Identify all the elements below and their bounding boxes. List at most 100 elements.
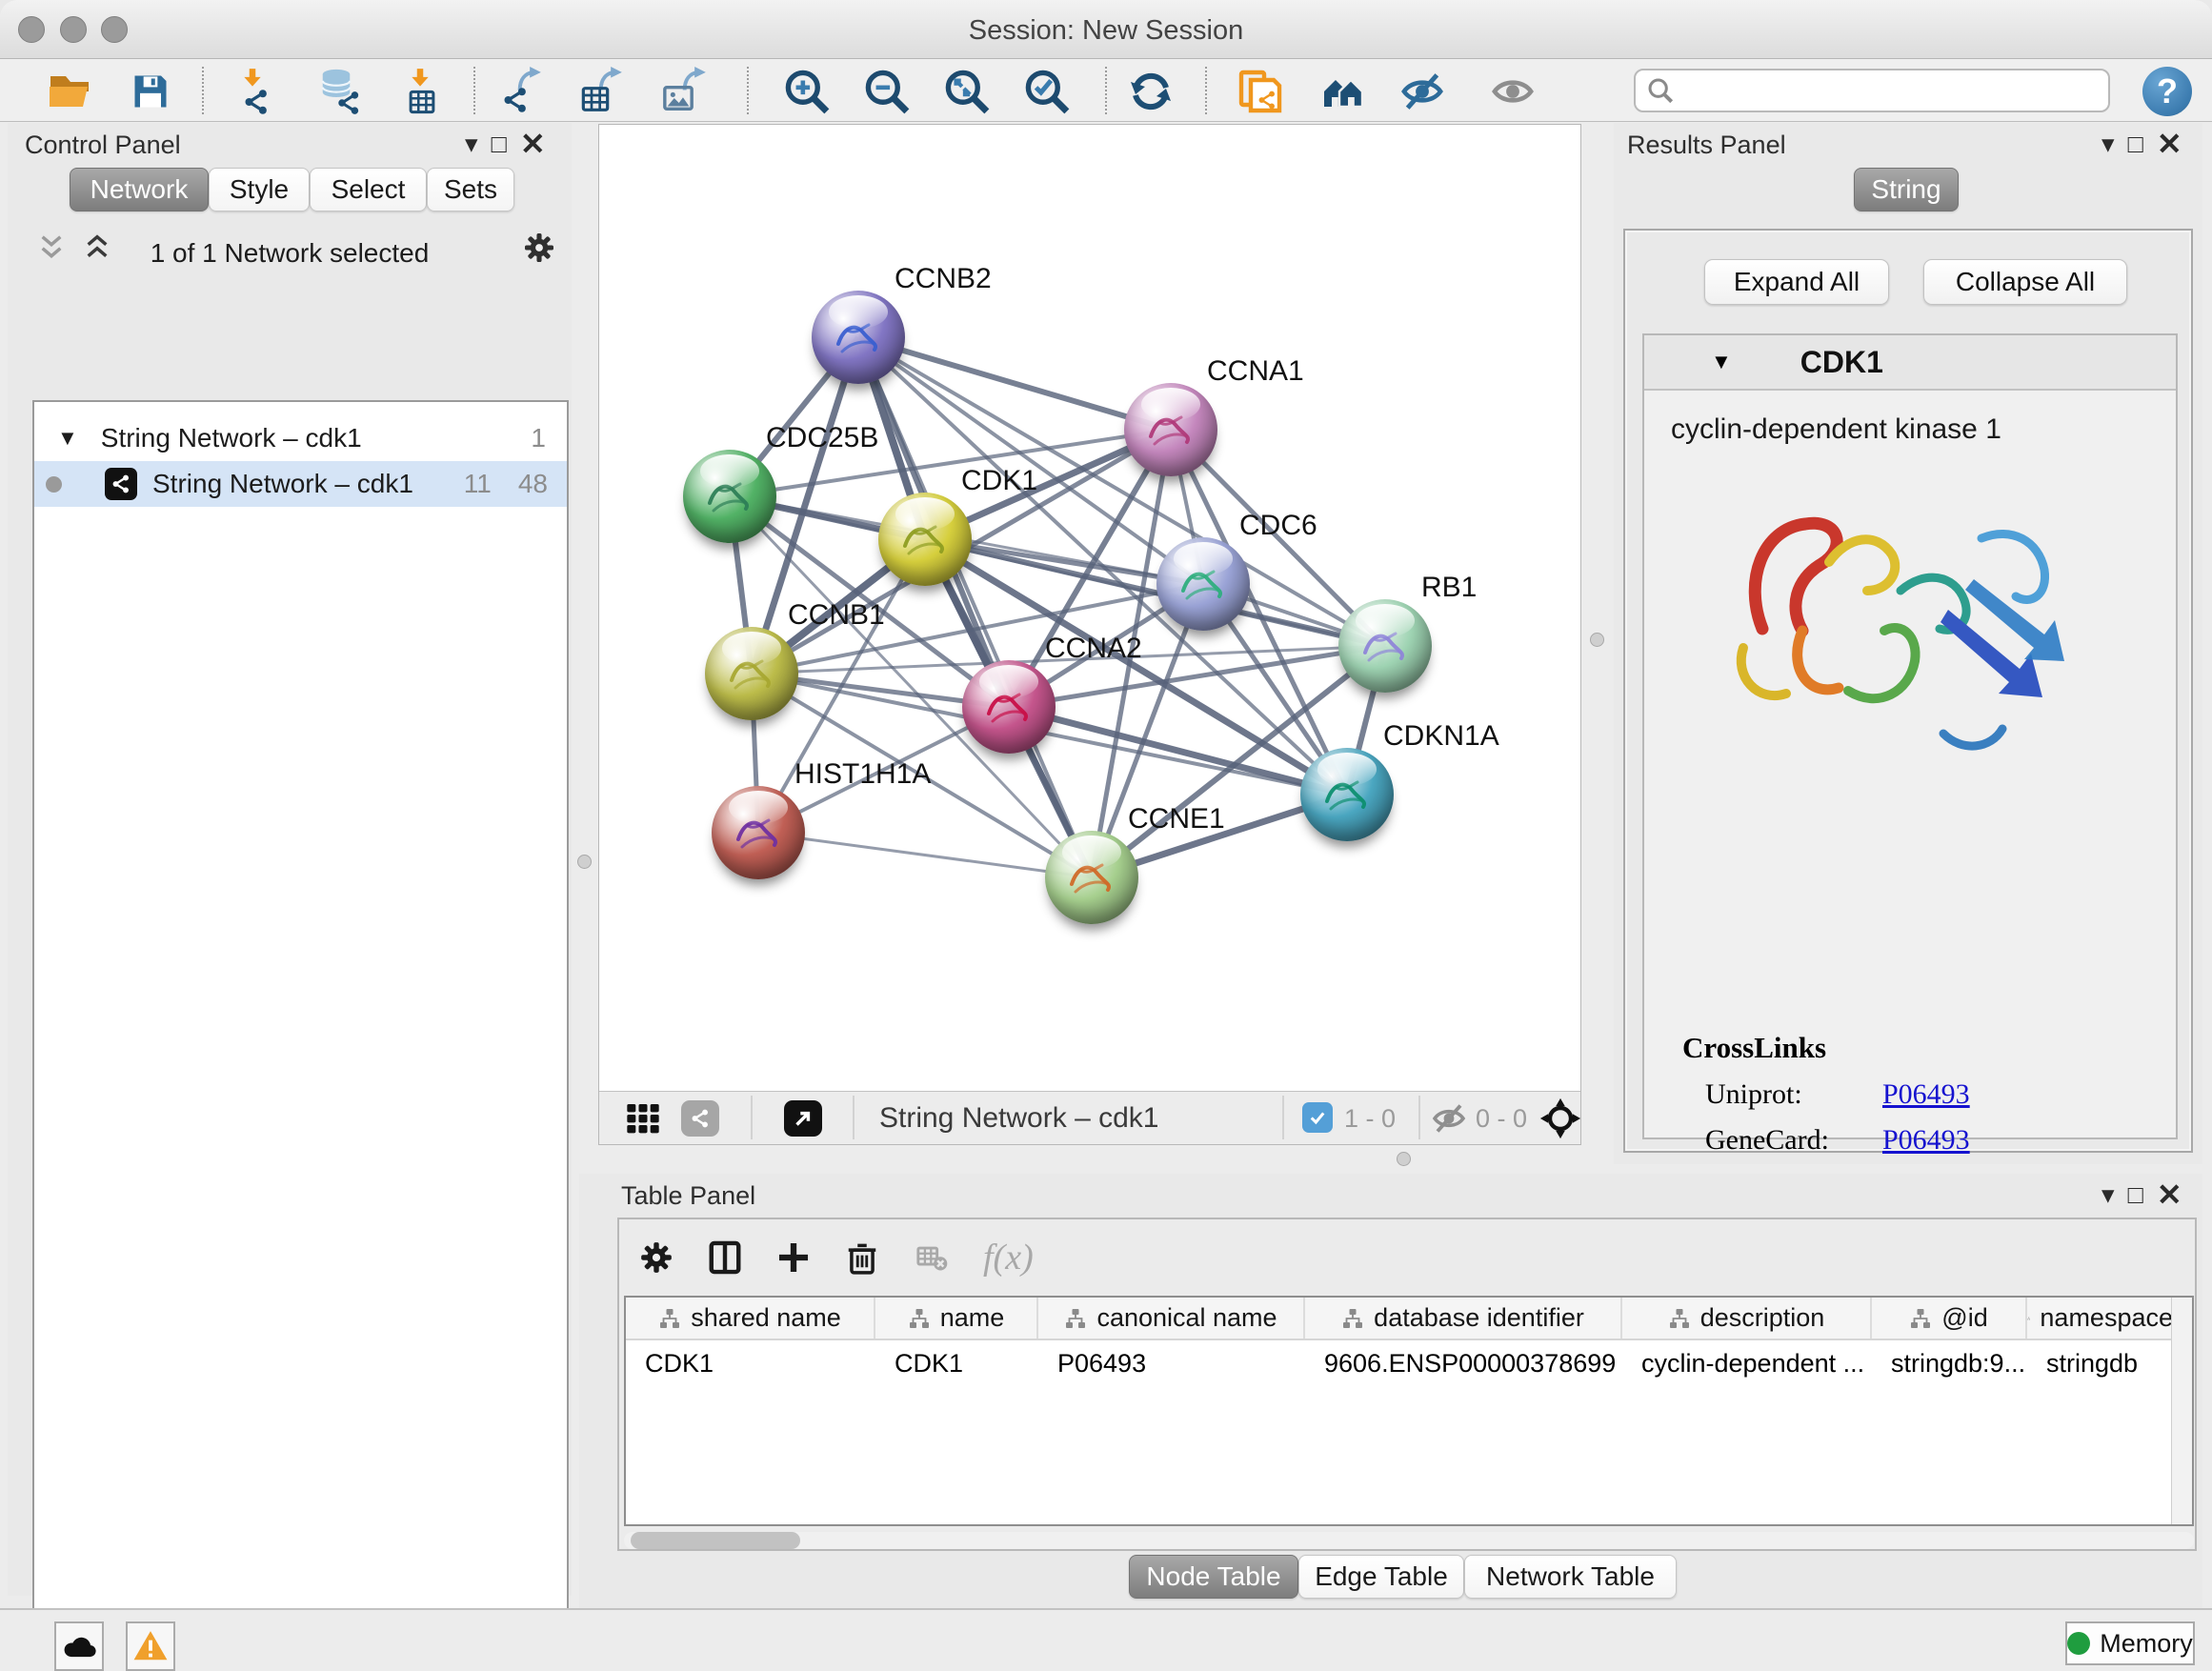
crosslink-value-link[interactable]: P06493 xyxy=(1882,1078,1970,1111)
column-header-description[interactable]: description xyxy=(1622,1298,1872,1339)
grid-view-icon[interactable] xyxy=(622,1099,664,1137)
left-splitter-handle[interactable] xyxy=(577,855,592,869)
selected-checkbox-icon[interactable] xyxy=(1302,1102,1333,1133)
zoom-out-button[interactable] xyxy=(860,65,914,118)
result-card-header[interactable]: ▼ CDK1 xyxy=(1644,335,2176,391)
bottom-splitter-handle[interactable] xyxy=(1397,1152,1411,1166)
zoom-selected-button[interactable] xyxy=(1020,65,1074,118)
delete-table-icon[interactable] xyxy=(913,1241,951,1274)
panel-close-icon[interactable]: ✕ xyxy=(2157,129,2182,159)
tab-network-table[interactable]: Network Table xyxy=(1464,1555,1677,1599)
hidden-eye-icon[interactable] xyxy=(1430,1101,1468,1136)
table-vertical-scrollbar[interactable] xyxy=(2171,1298,2192,1524)
crosslink-value-link[interactable]: P06493 xyxy=(1882,1124,1970,1157)
table-row[interactable]: CDK1CDK1P064939606.ENSP00000378699cyclin… xyxy=(626,1342,2175,1384)
tab-network[interactable]: Network xyxy=(70,168,209,211)
node-HIST1H1A[interactable] xyxy=(712,786,805,879)
export-network-button[interactable] xyxy=(495,65,549,118)
tab-edge-table[interactable]: Edge Table xyxy=(1298,1555,1464,1599)
node-RB1[interactable] xyxy=(1338,599,1432,693)
node-CCNE1[interactable] xyxy=(1045,831,1138,924)
collection-expander-icon[interactable]: ▼ xyxy=(57,426,78,451)
warnings-button[interactable] xyxy=(126,1621,175,1671)
table-horizontal-scrollbar[interactable] xyxy=(624,1532,2194,1549)
add-column-icon[interactable] xyxy=(775,1239,812,1276)
table-cell[interactable]: P06493 xyxy=(1038,1342,1305,1384)
search-input[interactable] xyxy=(1681,76,2108,106)
table-cell[interactable]: CDK1 xyxy=(626,1342,875,1384)
column-header-namespace[interactable]: namespace xyxy=(2027,1298,2175,1339)
birds-eye-view-icon[interactable] xyxy=(1539,1097,1581,1139)
panel-float-icon[interactable]: □ xyxy=(2128,131,2143,157)
function-builder-icon[interactable]: f(x) xyxy=(983,1237,1034,1278)
zoom-fit-button[interactable] xyxy=(940,65,994,118)
show-all-button[interactable] xyxy=(1486,65,1539,118)
node-CCNB2[interactable] xyxy=(812,291,905,384)
table-cell[interactable]: CDK1 xyxy=(875,1342,1038,1384)
column-header--id[interactable]: @id xyxy=(1872,1298,2027,1339)
expand-all-button[interactable]: Expand All xyxy=(1704,259,1889,305)
panel-menu-icon[interactable]: ▾ xyxy=(2101,131,2115,157)
node-CDC6[interactable] xyxy=(1156,537,1250,631)
export-image-button[interactable] xyxy=(658,65,712,118)
right-splitter-handle[interactable] xyxy=(1590,633,1604,647)
edge-layer xyxy=(599,125,1580,1091)
tab-sets[interactable]: Sets xyxy=(427,168,514,211)
node-CDC25B[interactable] xyxy=(683,450,776,543)
node-CCNA1[interactable] xyxy=(1124,383,1217,476)
network-row-selected[interactable]: String Network – cdk1 11 48 xyxy=(34,461,567,507)
zoom-in-button[interactable] xyxy=(780,65,834,118)
node-CDKN1A[interactable] xyxy=(1300,748,1394,841)
table-cell[interactable]: 9606.ENSP00000378699 xyxy=(1305,1342,1622,1384)
scrollbar-thumb[interactable] xyxy=(631,1532,800,1549)
network-list: ▼ String Network – cdk1 1 String Network… xyxy=(32,400,569,1671)
panel-close-icon[interactable]: ✕ xyxy=(520,129,546,159)
node-CCNB1[interactable] xyxy=(705,627,798,720)
open-session-button[interactable] xyxy=(43,65,96,118)
cloud-button[interactable] xyxy=(54,1621,104,1671)
panel-close-icon[interactable]: ✕ xyxy=(2157,1179,2182,1210)
network-canvas[interactable]: CCNB2 CCNA1 CDC25B CDK1 CDC6 RB1 xyxy=(599,125,1580,1091)
detach-view-icon[interactable] xyxy=(784,1100,822,1137)
import-table-button[interactable] xyxy=(395,65,449,118)
node-CCNA2[interactable] xyxy=(962,660,1056,754)
network-row-label: String Network – cdk1 xyxy=(152,469,413,499)
duplicate-network-button[interactable] xyxy=(1234,65,1287,118)
delete-column-trash-icon[interactable] xyxy=(844,1239,880,1276)
panel-float-icon[interactable]: □ xyxy=(2128,1182,2143,1208)
column-header-database-identifier[interactable]: database identifier xyxy=(1305,1298,1622,1339)
export-table-button[interactable] xyxy=(576,65,630,118)
toolbar-separator xyxy=(747,67,749,114)
save-session-button[interactable] xyxy=(124,65,177,118)
import-network-from-database-button[interactable] xyxy=(312,65,366,118)
table-cell[interactable]: stringdb:9... xyxy=(1872,1342,2027,1384)
memory-button[interactable]: Memory xyxy=(2065,1621,2195,1665)
tab-style[interactable]: Style xyxy=(209,168,310,211)
refresh-button[interactable] xyxy=(1124,65,1177,118)
table-cell[interactable]: stringdb xyxy=(2027,1342,2175,1384)
show-columns-icon[interactable] xyxy=(707,1239,743,1276)
network-type-share-icon[interactable] xyxy=(681,1100,719,1137)
node-CDK1[interactable] xyxy=(878,493,972,586)
collapse-all-button[interactable]: Collapse All xyxy=(1923,259,2127,305)
network-collection-row[interactable]: ▼ String Network – cdk1 1 xyxy=(34,415,567,461)
tab-string[interactable]: String xyxy=(1854,168,1959,211)
panel-float-icon[interactable]: □ xyxy=(492,131,507,157)
table-settings-gear-icon[interactable] xyxy=(638,1239,674,1276)
import-network-button[interactable] xyxy=(230,65,283,118)
network-view: CCNB2 CCNA1 CDC25B CDK1 CDC6 RB1 xyxy=(598,124,1581,1145)
table-cell[interactable]: cyclin-dependent ... xyxy=(1622,1342,1872,1384)
column-header-name[interactable]: name xyxy=(875,1298,1038,1339)
collection-label: String Network – cdk1 xyxy=(101,423,362,453)
column-header-canonical-name[interactable]: canonical name xyxy=(1038,1298,1305,1339)
hide-selected-button[interactable] xyxy=(1396,65,1449,118)
home-layout-button[interactable] xyxy=(1317,65,1370,118)
help-button[interactable]: ? xyxy=(2142,67,2192,116)
column-header-shared-name[interactable]: shared name xyxy=(626,1298,875,1339)
panel-menu-icon[interactable]: ▾ xyxy=(465,131,478,157)
result-expander-icon[interactable]: ▼ xyxy=(1711,350,1732,374)
tab-select[interactable]: Select xyxy=(310,168,427,211)
network-options-gear-icon[interactable] xyxy=(522,231,556,265)
tab-node-table[interactable]: Node Table xyxy=(1129,1555,1298,1599)
panel-menu-icon[interactable]: ▾ xyxy=(2101,1182,2115,1208)
